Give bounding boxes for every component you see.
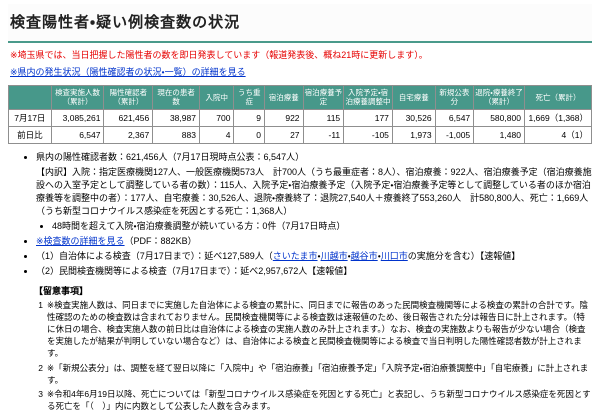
same-day-update-notice: ※埼玉県では、当日把握した陽性者の数を即日発表しています（報道発表後、概ね21時… — [10, 50, 428, 60]
table-row-daily-change: 前日比 6,547 2,367 883 4 0 27 -11 -105 1,97… — [8, 125, 593, 144]
table-cell: 922 — [263, 108, 304, 127]
note-number: 3 — [38, 389, 43, 400]
table-row-today: 7月17日 3,085,261 621,456 38,987 700 9 922… — [8, 108, 593, 127]
status-detail-link[interactable]: ※県内の発生状況（陽性確認者の状況・一覧）の詳細を見る — [10, 67, 246, 77]
note-number: 2 — [38, 362, 43, 373]
table-cell: 1,973 — [391, 125, 436, 144]
table-cell: 0 — [233, 125, 265, 144]
col-header-hotel-care-planned: 宿泊療養予定 — [302, 85, 345, 110]
city-link-kawaguchi[interactable]: 川口市 — [381, 251, 408, 261]
col-header-current-patients: 現在の患者数 — [152, 85, 200, 110]
table-cell: 1,669（1,368） — [523, 108, 593, 127]
col-header-home-care: 自宅療養 — [391, 85, 436, 110]
note-text: ※「新規公表分」は、調整を経て翌日以降に「入院中」や「宿泊療養」「宿泊療養予定」… — [47, 362, 589, 385]
row-label: 前日比 — [8, 125, 52, 144]
city-link-kawagoe[interactable]: 川越市 — [321, 251, 348, 261]
page-header: 検査陽性者・疑い例検査数の状況 — [8, 4, 592, 43]
notes-heading: 【留意事項】 — [34, 286, 89, 297]
table-cell: 4（1） — [523, 125, 593, 144]
table-cell: -105 — [343, 125, 393, 144]
table-cell: 3,085,261 — [50, 108, 105, 127]
table-cell: 38,987 — [152, 108, 200, 127]
note-item-1: 1 ※検査実施人数は、同日までに実施した自治体による検査の累計に、同日までに報告… — [34, 300, 592, 359]
municipal-tests-suffix: の実施分を含む）【速報値】 — [407, 251, 521, 262]
col-header-newly-announced: 新規公表分 — [434, 85, 475, 110]
col-header-care-adjusting: 入院予定・宿泊療養調整中 — [343, 85, 393, 110]
table-cell: 6,547 — [50, 125, 105, 144]
table-cell: 9 — [233, 108, 265, 127]
table-cell: -11 — [302, 125, 345, 144]
city-link-saitama[interactable]: さいたま市 — [273, 251, 318, 261]
test-count-pdf-item: ※検査数の詳細を見る（PDF：882KB） — [36, 235, 592, 248]
table-cell: 30,526 — [391, 108, 436, 127]
table-cell: 4 — [198, 125, 235, 144]
pdf-size-label: （PDF：882KB） — [124, 236, 197, 247]
note-item-2: 2 ※「新規公表分」は、調整を経て翌日以降に「入院中」や「宿泊療養」「宿泊療養予… — [34, 363, 592, 387]
note-text: ※令和4年6月19日以降、死亡については「新型コロナウイルス感染症を死因とする死… — [47, 389, 591, 412]
col-header-positives-total: 陽性確認者（累計） — [103, 85, 154, 110]
col-header-hospitalized: 入院中 — [198, 85, 235, 110]
adjustment-over-48h-item: 48時間を超えて入院・宿泊療養調整が続いている方：0件（7月17日時点） — [52, 220, 592, 233]
col-header-hotel-care: 宿泊療養 — [263, 85, 304, 110]
table-corner-header — [8, 85, 52, 110]
table-cell: 115 — [302, 108, 345, 127]
col-header-tests-total: 検査実施人数（累計） — [50, 85, 105, 110]
page-container: 検査陽性者・疑い例検査数の状況 ※埼玉県では、当日把握した陽性者の数を即日発表し… — [0, 0, 600, 416]
col-header-discharged-total: 退院・療養終了（累計） — [473, 85, 525, 110]
col-header-severe: うち重症 — [233, 85, 265, 110]
row-label: 7月17日 — [8, 108, 52, 127]
note-number: 1 — [38, 300, 43, 311]
table-header-row: 検査実施人数（累計） 陽性確認者（累計） 現在の患者数 入院中 うち重症 宿泊療… — [8, 85, 593, 110]
positives-summary-text: 県内の陽性確認者数：621,456人（7月17日現時点公表：6,547人） — [36, 151, 305, 162]
table-cell: 6,547 — [434, 108, 475, 127]
table-cell: 883 — [152, 125, 200, 144]
col-header-deaths-total: 死亡（累計） — [523, 85, 593, 110]
table-cell: -1,005 — [434, 125, 475, 144]
municipal-tests-item: （1）自治体による検査（7月17日まで）：延べ127,589人（さいたま市・川越… — [36, 250, 592, 263]
note-item-3: 3 ※令和4年6月19日以降、死亡については「新型コロナウイルス感染症を死因とす… — [34, 389, 592, 413]
status-link-line: ※県内の発生状況（陽性確認者の状況・一覧）の詳細を見る — [10, 65, 592, 78]
sub-details-list: 48時間を超えて入院・宿泊療養調整が続いている方：0件（7月17日時点） — [36, 220, 592, 233]
table-cell: 621,456 — [103, 108, 154, 127]
table-cell: 177 — [343, 108, 393, 127]
table-cell: 1,480 — [473, 125, 525, 144]
private-lab-tests-item: （2）民間検査機関等による検査（7月17日まで）：延べ2,957,672人【速報… — [36, 265, 592, 278]
breakdown-paragraph: 【内訳】入院：指定医療機関127人、一般医療機関573人 計700人（うち最重症… — [36, 166, 592, 216]
details-list: 県内の陽性確認者数：621,456人（7月17日現時点公表：6,547人） 【内… — [8, 151, 592, 278]
table-cell: 27 — [263, 125, 304, 144]
note-text: ※検査実施人数は、同日までに実施した自治体による検査の累計に、同日までに報告のあ… — [47, 300, 589, 358]
positives-summary-item: 県内の陽性確認者数：621,456人（7月17日現時点公表：6,547人） 【内… — [36, 151, 592, 233]
test-count-pdf-link[interactable]: ※検査数の詳細を見る — [36, 236, 125, 246]
table-cell: 580,800 — [473, 108, 525, 127]
city-link-koshigaya[interactable]: 越谷市 — [351, 251, 378, 261]
table-cell: 700 — [198, 108, 235, 127]
page-title: 検査陽性者・疑い例検査数の状況 — [10, 14, 241, 31]
test-positive-status-table: 検査実施人数（累計） 陽性確認者（累計） 現在の患者数 入院中 うち重症 宿泊療… — [8, 85, 593, 144]
table-cell: 2,367 — [103, 125, 154, 144]
municipal-tests-text: （1）自治体による検査（7月17日まで）：延べ127,589人（ — [36, 251, 273, 262]
